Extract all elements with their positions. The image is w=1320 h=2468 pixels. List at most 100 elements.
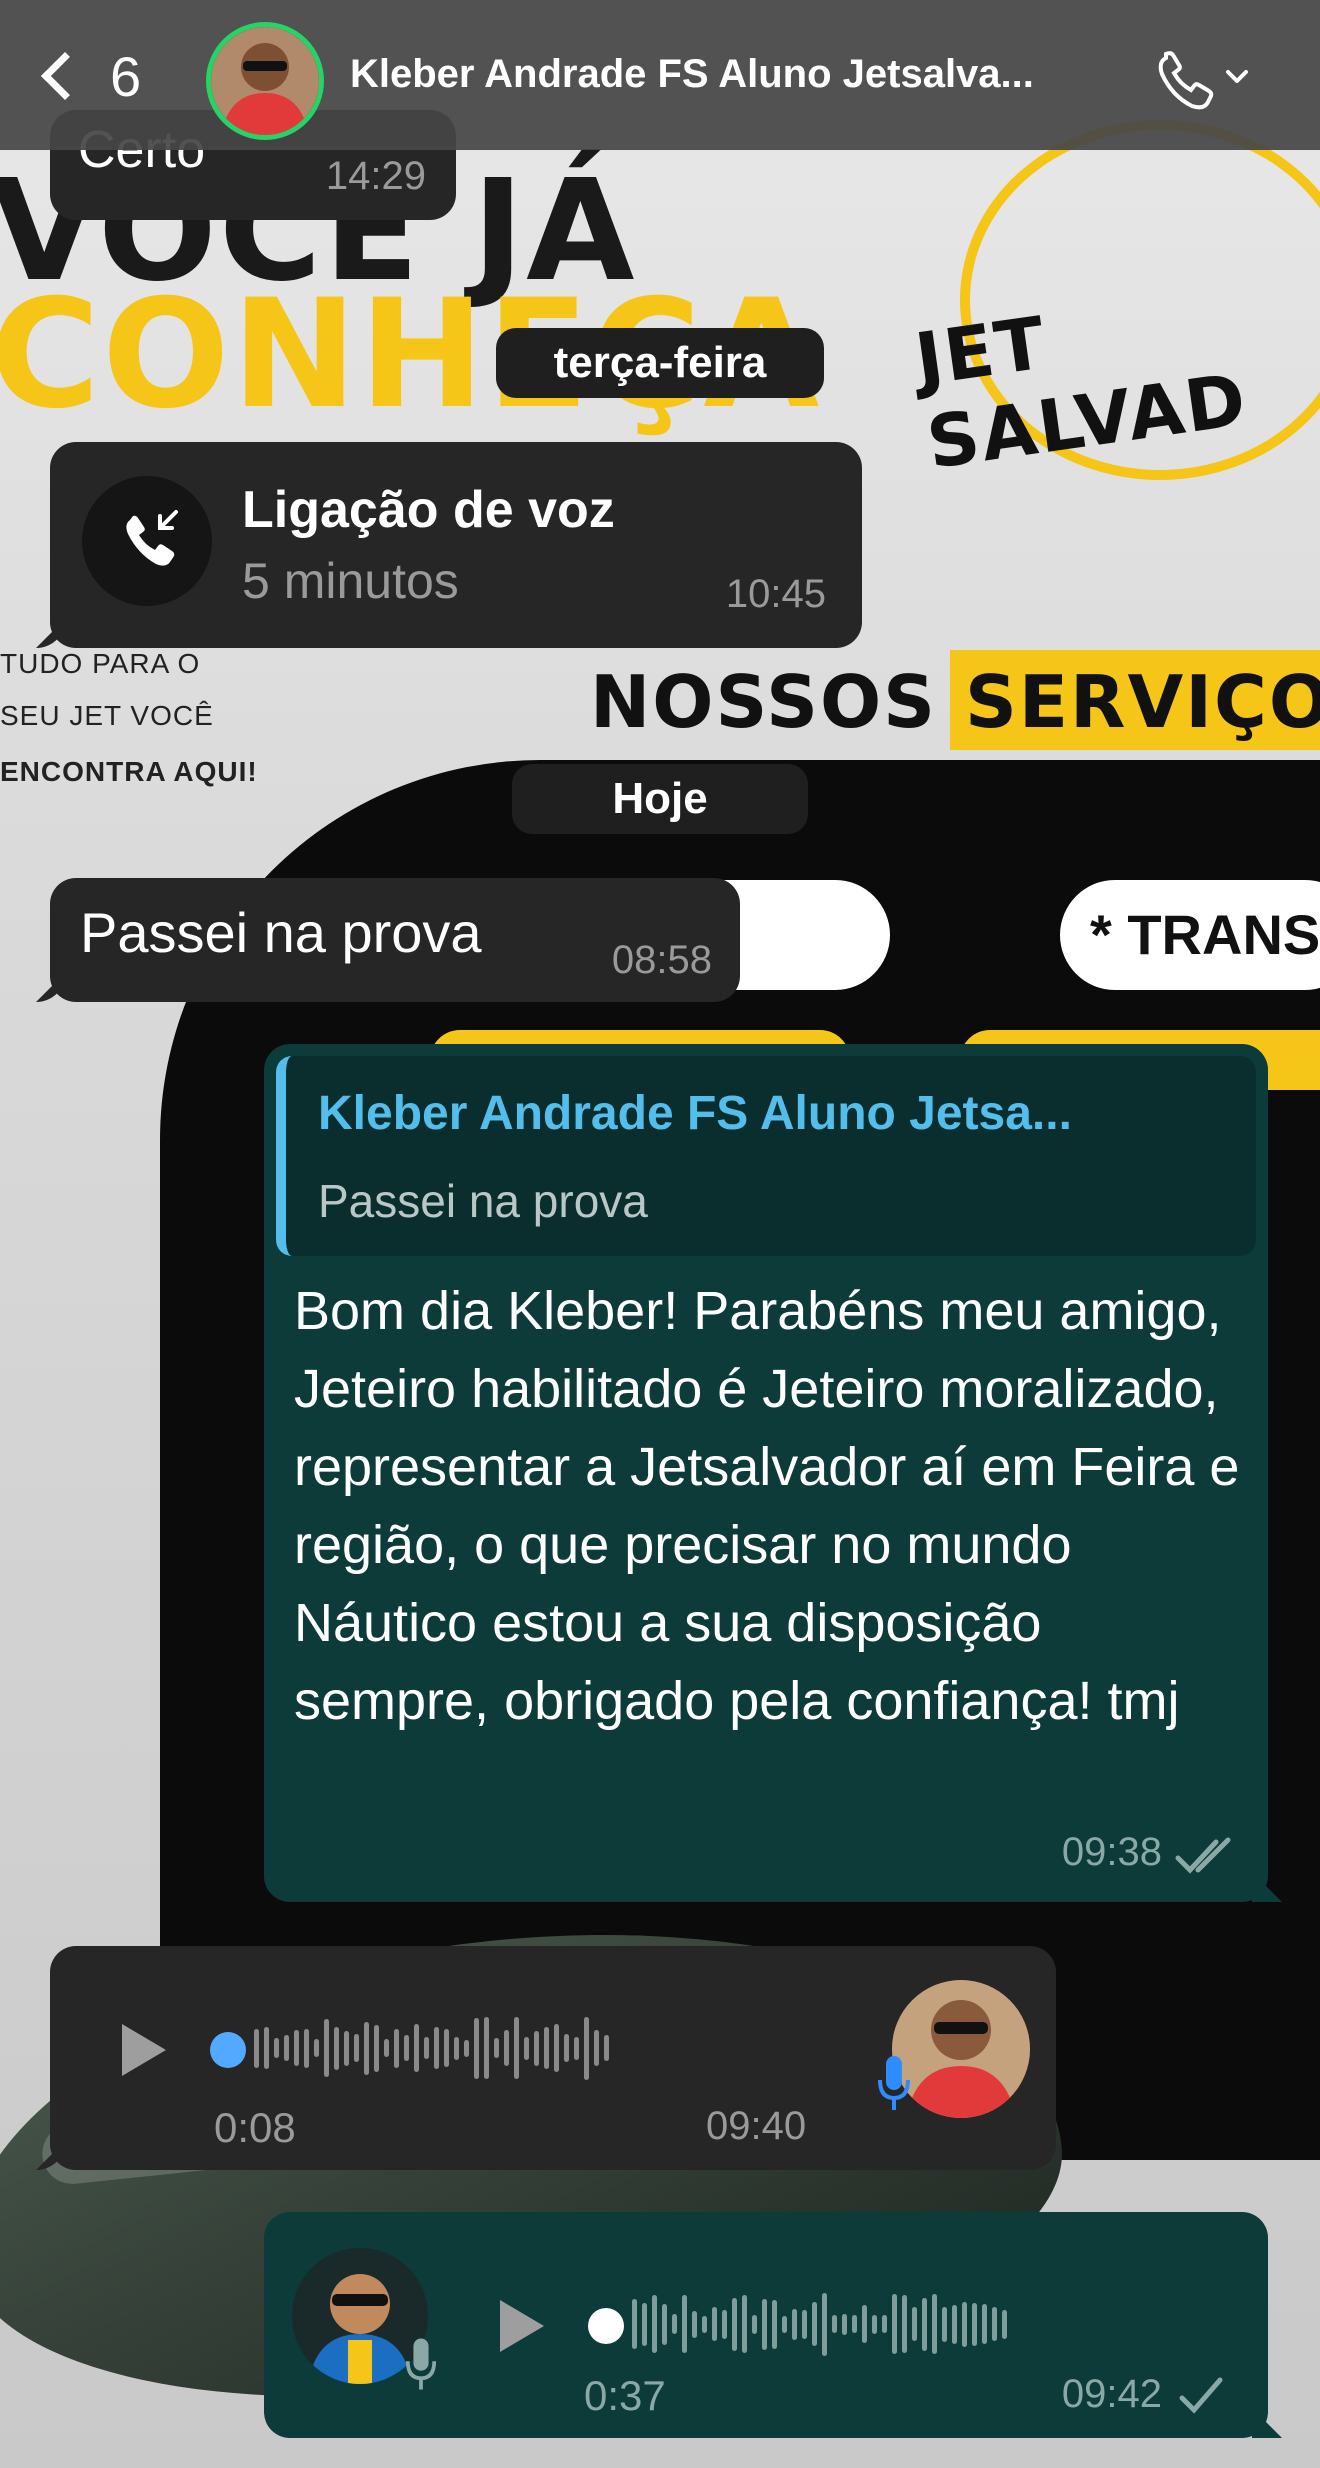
contact-avatar[interactable]: [206, 22, 324, 140]
date-separator-today: Hoje: [512, 764, 808, 834]
message-time: 09:38: [1061, 1830, 1162, 1874]
unread-count: 6: [110, 44, 142, 108]
waveform-bar: [732, 2297, 737, 2351]
waveform-bar: [254, 2028, 259, 2068]
incoming-audio-bubble[interactable]: 0:08 09:40: [50, 1946, 1056, 2170]
single-check-icon: [1178, 2374, 1224, 2423]
back-button[interactable]: 6: [34, 36, 141, 116]
waveform-bar: [434, 2027, 439, 2069]
audio-duration: 0:37: [584, 2372, 666, 2419]
audio-progress-handle[interactable]: [588, 2308, 624, 2344]
waveform-bar: [314, 2039, 319, 2057]
waveform-bar: [962, 2301, 967, 2347]
audio-waveform[interactable]: [632, 2282, 1007, 2366]
phone-icon: [1158, 51, 1248, 110]
waveform-bar: [544, 2027, 549, 2069]
waveform-bar: [892, 2294, 897, 2354]
waveform-bar: [414, 2024, 419, 2072]
audio-duration: 0:08: [214, 2104, 296, 2151]
message-time: 14:29: [325, 154, 426, 198]
audio-waveform[interactable]: [254, 2006, 609, 2090]
waveform-bar: [474, 2017, 479, 2079]
message-time: 08:58: [611, 938, 712, 982]
waveform-bar: [812, 2302, 817, 2346]
sender-avatar[interactable]: [892, 1980, 1030, 2118]
waveform-bar: [334, 2026, 339, 2070]
waveform-bar: [564, 2034, 569, 2062]
waveform-bar: [444, 2029, 449, 2067]
waveform-bar: [264, 2027, 269, 2069]
waveform-bar: [534, 2030, 539, 2066]
waveform-bar: [344, 2030, 349, 2066]
waveform-bar: [742, 2295, 747, 2353]
outgoing-audio-bubble[interactable]: 0:37 09:42: [264, 2212, 1268, 2438]
waveform-bar: [952, 2304, 957, 2344]
waveform-bar: [832, 2315, 837, 2333]
waveform-bar: [802, 2309, 807, 2339]
message-text: Bom dia Kleber! Parabéns meu amigo, Jete…: [294, 1281, 1240, 1731]
voice-call-duration: 5 minutos: [242, 553, 459, 609]
quoted-message[interactable]: Kleber Andrade FS Aluno Jetsa... Passei …: [276, 1056, 1256, 1256]
waveform-bar: [584, 2016, 589, 2080]
call-button[interactable]: [1148, 44, 1258, 114]
waveform-bar: [662, 2303, 667, 2345]
waveform-bar: [942, 2306, 947, 2342]
waveform-bar: [902, 2295, 907, 2353]
waveform-bar: [354, 2034, 359, 2062]
play-icon[interactable]: [122, 2024, 166, 2076]
waveform-bar: [972, 2302, 977, 2346]
date-separator: terça-feira: [496, 328, 824, 398]
double-check-icon: [1174, 1834, 1240, 1883]
waveform-bar: [594, 2030, 599, 2066]
contact-name[interactable]: Kleber Andrade FS Aluno Jetsalva...: [350, 52, 1130, 97]
waveform-bar: [424, 2037, 429, 2059]
waveform-bar: [454, 2036, 459, 2060]
wallpaper-pill-2: * TRANS: [1060, 880, 1320, 990]
waveform-bar: [294, 2030, 299, 2066]
waveform-bar: [822, 2292, 827, 2356]
play-icon[interactable]: [500, 2300, 544, 2352]
wallpaper-tagline-2: SEU JET VOCÊ: [0, 700, 214, 731]
waveform-bar: [692, 2310, 697, 2338]
waveform-bar: [842, 2313, 847, 2335]
chevron-left-icon: [40, 51, 90, 101]
wallpaper-section-highlight: SERVIÇO: [965, 660, 1320, 744]
message-time: 09:40: [706, 2104, 807, 2148]
quoted-text: Passei na prova: [318, 1175, 648, 1227]
chat-header: 6 Kleber Andrade FS Aluno Jetsalva...: [0, 0, 1320, 150]
waveform-bar: [484, 2017, 489, 2079]
waveform-bar: [752, 2314, 757, 2334]
incoming-call-icon: [82, 476, 212, 606]
waveform-bar: [514, 2017, 519, 2079]
waveform-bar: [782, 2315, 787, 2333]
waveform-bar: [922, 2297, 927, 2351]
waveform-bar: [1002, 2309, 1007, 2339]
waveform-bar: [882, 2315, 887, 2333]
waveform-bar: [404, 2035, 409, 2061]
wallpaper-tagline-1: TUDO PARA O: [0, 648, 201, 679]
incoming-message-bubble[interactable]: Passei na prova 08:58: [50, 878, 740, 1002]
waveform-bar: [574, 2036, 579, 2060]
waveform-bar: [604, 2035, 609, 2061]
waveform-bar: [862, 2305, 867, 2343]
audio-progress-handle[interactable]: [210, 2032, 246, 2068]
mic-icon: [876, 2054, 912, 2119]
waveform-bar: [384, 2039, 389, 2057]
waveform-bar: [324, 2019, 329, 2077]
waveform-bar: [762, 2298, 767, 2350]
waveform-bar: [722, 2309, 727, 2339]
waveform-bar: [642, 2302, 647, 2346]
waveform-bar: [852, 2315, 857, 2333]
outgoing-reply-bubble[interactable]: Kleber Andrade FS Aluno Jetsa... Passei …: [264, 1044, 1268, 1902]
voice-call-bubble[interactable]: Ligação de voz 5 minutos 10:45: [50, 442, 862, 648]
waveform-bar: [702, 2315, 707, 2333]
waveform-bar: [982, 2304, 987, 2344]
mic-icon: [404, 2336, 438, 2399]
waveform-bar: [772, 2299, 777, 2349]
voice-call-title: Ligação de voz: [242, 481, 615, 539]
message-time: 10:45: [725, 572, 826, 616]
waveform-bar: [632, 2299, 637, 2349]
wallpaper-tagline-3: ENCONTRA AQUI!: [0, 756, 258, 787]
waveform-bar: [792, 2308, 797, 2340]
waveform-bar: [274, 2038, 279, 2058]
